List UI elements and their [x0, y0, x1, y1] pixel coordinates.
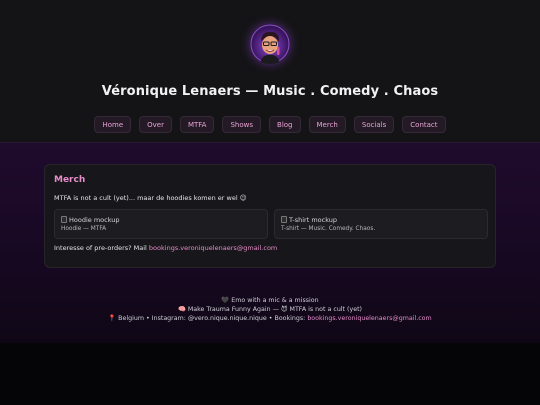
- preorder-email-link[interactable]: bookings.veroniquelenaers@gmail.com: [149, 244, 277, 252]
- avatar[interactable]: [250, 24, 290, 64]
- hoodie-caption: Hoodie — MTFA: [61, 226, 107, 232]
- merch-title: Merch: [54, 175, 86, 185]
- nav-item-merch[interactable]: Merch: [308, 116, 346, 133]
- nav-item-socials[interactable]: Socials: [353, 116, 395, 133]
- page-bottom: [0, 343, 540, 405]
- merch-intro: MTFA is not a cult (yet)... maar de hood…: [54, 194, 247, 202]
- footer-contact-text: 📍 Belgium • Instagram: @vero.nique.nique…: [108, 315, 308, 322]
- site-title: Véronique Lenaers — Music . Comedy . Cha…: [101, 84, 439, 99]
- hoodie-image: Hoodie mockup: [61, 215, 261, 224]
- site-header: Véronique Lenaers — Music . Comedy . Cha…: [0, 0, 540, 143]
- nav-item-mtfa[interactable]: MTFA: [179, 116, 215, 133]
- merch-card: Merch MTFA is not a cult (yet)... maar d…: [44, 164, 496, 268]
- site-footer: 🖤 Emo with a mic & a mission 🧠 Make Trau…: [0, 296, 540, 343]
- nav-item-shows[interactable]: Shows: [222, 116, 262, 133]
- merch-item-hoodie[interactable]: Hoodie mockup Hoodie — MTFA: [54, 209, 268, 239]
- nav-item-contact[interactable]: Contact: [402, 116, 446, 133]
- nav-item-home[interactable]: Home: [94, 116, 132, 133]
- footer-contact: 📍 Belgium • Instagram: @vero.nique.nique…: [0, 314, 540, 323]
- footer-email-link[interactable]: bookings.veroniquelenaers@gmail.com: [307, 315, 431, 322]
- footer-motto: 🧠 Make Trauma Funny Again — 😈 MTFA is no…: [177, 306, 363, 313]
- tshirt-caption: T-shirt — Music. Comedy. Chaos.: [281, 226, 376, 232]
- avatar-illustration-icon: [250, 24, 290, 64]
- tshirt-image-alt: T-shirt mockup: [289, 215, 338, 224]
- tshirt-image: T-shirt mockup: [281, 215, 481, 224]
- preorder-text: Interesse of pre-orders? Mail: [54, 244, 149, 252]
- footer-tagline: 🖤 Emo with a mic & a mission: [221, 297, 319, 304]
- broken-image-icon: [61, 216, 67, 223]
- nav-item-blog[interactable]: Blog: [269, 116, 301, 133]
- broken-image-icon: [281, 216, 287, 223]
- preorder-note: Interesse of pre-orders? Mail bookings.v…: [54, 244, 277, 252]
- hoodie-image-alt: Hoodie mockup: [69, 215, 120, 224]
- nav-item-over[interactable]: Over: [139, 116, 172, 133]
- main-nav: Home Over MTFA Shows Blog Merch Socials …: [0, 116, 540, 133]
- merch-item-tshirt[interactable]: T-shirt mockup T-shirt — Music. Comedy. …: [274, 209, 488, 239]
